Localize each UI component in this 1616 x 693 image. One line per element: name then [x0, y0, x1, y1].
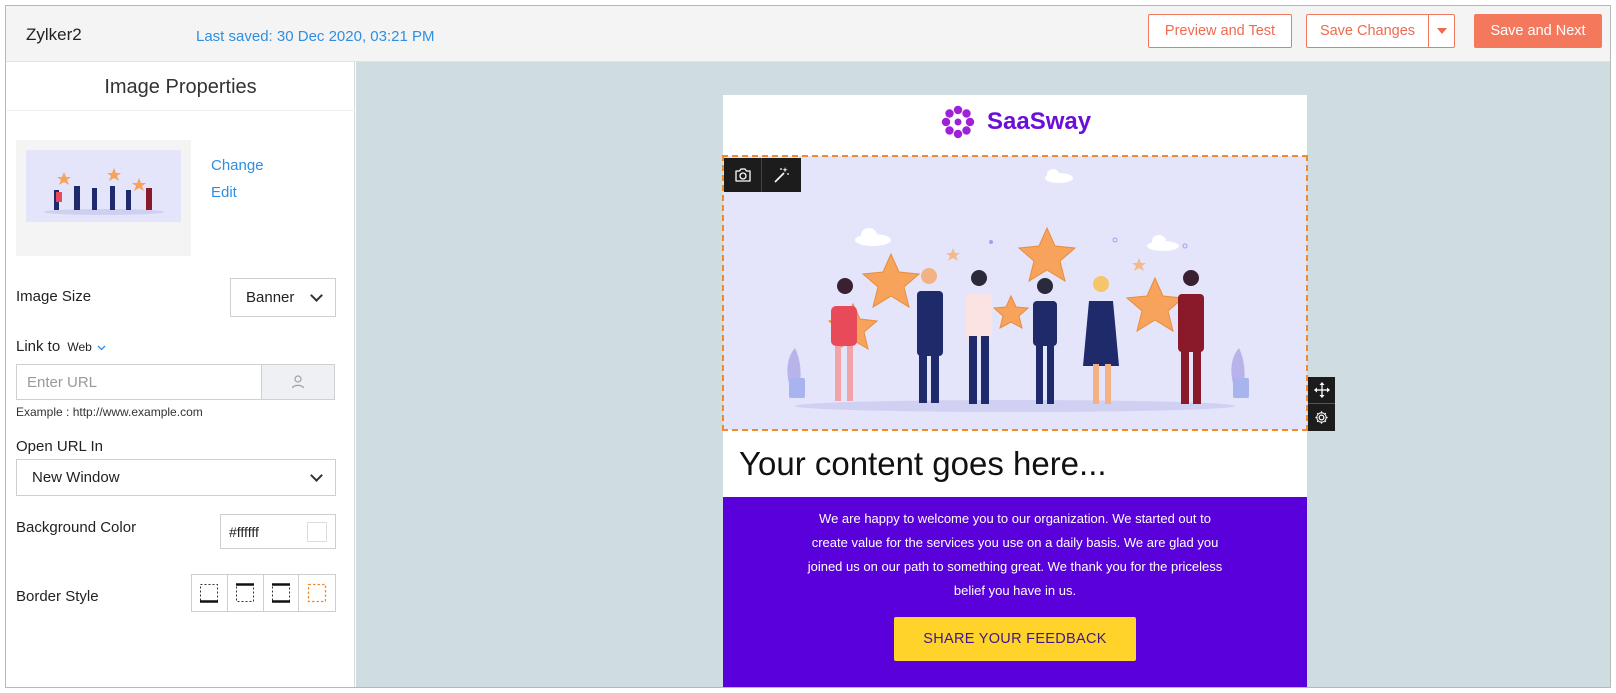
open-url-label: Open URL In: [16, 438, 103, 455]
url-input[interactable]: Enter URL: [16, 364, 262, 400]
save-options-dropdown[interactable]: [1428, 14, 1455, 48]
last-saved-status: Last saved: 30 Dec 2020, 03:21 PM: [196, 28, 435, 45]
block-side-toolbar: [1308, 377, 1335, 431]
border-none-icon: [307, 583, 327, 603]
border-style-label: Border Style: [16, 588, 99, 605]
user-icon: [291, 375, 305, 389]
divider: [6, 110, 355, 111]
background-color-value: #ffffff: [229, 523, 259, 540]
camera-icon: [734, 168, 751, 182]
merge-tag-button[interactable]: [262, 364, 335, 400]
border-top-icon: [236, 583, 255, 602]
panel-title: Image Properties: [104, 76, 257, 98]
background-color-label: Background Color: [16, 519, 137, 536]
change-image-link[interactable]: Change: [211, 157, 264, 174]
app-window: Zylker2 Last saved: 30 Dec 2020, 03:21 P…: [5, 5, 1611, 688]
chevron-down-icon: [310, 469, 323, 482]
link-to-text: Link to: [16, 338, 61, 355]
share-feedback-button[interactable]: SHARE YOUR FEEDBACK: [894, 617, 1136, 661]
border-bottom-option[interactable]: [192, 575, 228, 611]
link-to-label: Link to Web: [16, 338, 106, 355]
open-url-value: New Window: [32, 469, 120, 486]
image-size-value: Banner: [246, 289, 295, 306]
border-none-option[interactable]: [299, 575, 335, 611]
welcome-section: We are happy to welcome you to our organ…: [723, 497, 1307, 687]
banner-image[interactable]: [723, 156, 1307, 430]
color-swatch[interactable]: [307, 522, 327, 542]
link-type-selector[interactable]: Web: [67, 340, 91, 354]
preview-and-test-button[interactable]: Preview and Test: [1148, 14, 1292, 48]
border-top-bottom-option[interactable]: [264, 575, 300, 611]
top-bar: Zylker2 Last saved: 30 Dec 2020, 03:21 P…: [6, 6, 1610, 62]
image-effects-button[interactable]: [762, 158, 800, 192]
magic-wand-icon: [774, 167, 789, 183]
content-headline[interactable]: Your content goes here...: [739, 445, 1107, 483]
image-thumbnail: [16, 140, 191, 256]
border-top-bottom-icon: [271, 583, 290, 603]
brand-name: SaaSway: [987, 108, 1092, 135]
url-example-hint: Example : http://www.example.com: [16, 405, 203, 419]
open-url-select[interactable]: New Window: [16, 459, 336, 496]
brand-logo[interactable]: SaaSway: [939, 103, 1091, 141]
border-top-option[interactable]: [228, 575, 264, 611]
campaign-title: Zylker2: [26, 25, 82, 44]
editor-canvas: SaaSway Your content goes here... We are…: [356, 62, 1610, 687]
caret-down-icon: [1436, 28, 1447, 34]
flower-logo-icon: [941, 105, 975, 139]
thumbnail-illustration: [26, 150, 181, 222]
welcome-paragraph[interactable]: We are happy to welcome you to our organ…: [807, 507, 1223, 603]
chevron-down-icon: [310, 289, 323, 302]
image-properties-panel: Image Properties Change Edit Image Size …: [6, 62, 355, 687]
edit-image-link[interactable]: Edit: [211, 184, 237, 201]
border-bottom-icon: [200, 584, 219, 603]
save-and-next-button[interactable]: Save and Next: [1474, 14, 1602, 48]
background-color-input[interactable]: #ffffff: [220, 514, 336, 549]
move-icon: [1313, 382, 1330, 398]
move-block-button[interactable]: [1308, 377, 1335, 404]
save-changes-button[interactable]: Save Changes: [1306, 14, 1428, 48]
replace-image-button[interactable]: [724, 158, 762, 192]
team-stars-illustration: [787, 169, 1249, 412]
border-style-options: [191, 574, 336, 612]
gear-icon: [1315, 411, 1328, 424]
chevron-down-icon: [97, 345, 106, 351]
image-size-label: Image Size: [16, 288, 92, 305]
block-settings-button[interactable]: [1308, 404, 1335, 431]
image-toolbar: [724, 158, 801, 192]
email-template: SaaSway Your content goes here... We are…: [722, 95, 1335, 687]
image-size-select[interactable]: Banner: [230, 278, 336, 317]
